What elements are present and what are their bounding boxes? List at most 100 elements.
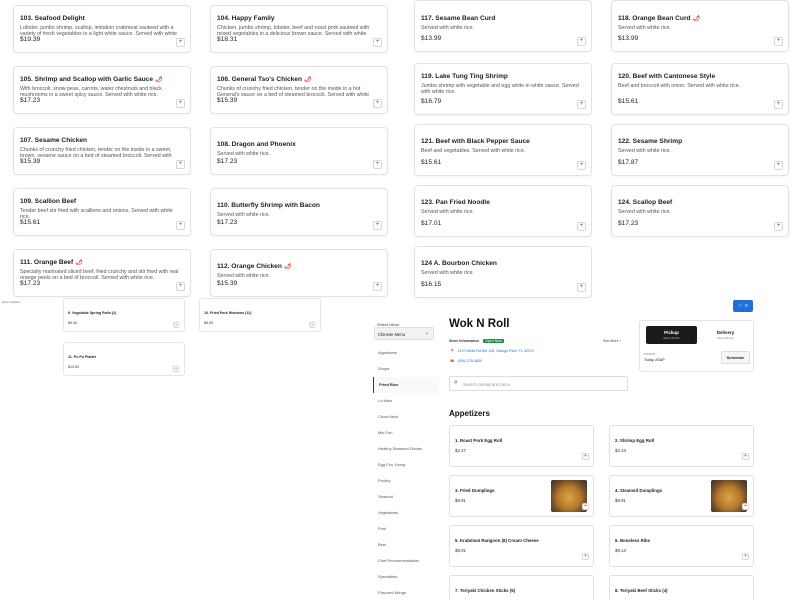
add-item-button[interactable]: +	[173, 366, 179, 372]
category-pork[interactable]: Pork	[373, 521, 439, 537]
menu-item-card[interactable]: 108. Dragon and Phoenix Served with whit…	[210, 127, 388, 175]
category-vegetables[interactable]: Vegetables	[373, 505, 439, 521]
pickup-caption: PICKUP	[644, 352, 656, 356]
category-poultry[interactable]: Poultry	[373, 473, 439, 489]
category-healthy-steamed[interactable]: Healthy Steamed Dishes	[373, 441, 439, 457]
category-mei-fun[interactable]: Mei Fun	[373, 425, 439, 441]
category-beef[interactable]: Beef	[373, 537, 439, 553]
category-chow-mein[interactable]: Chow Mein	[373, 409, 439, 425]
add-item-button[interactable]: +	[774, 100, 783, 109]
pickup-button[interactable]: Pickup About 20 min	[646, 326, 697, 344]
menu-item-price: $18.31	[217, 36, 238, 43]
menu-select-dropdown[interactable]: Chinese Menu ⌄	[374, 327, 434, 340]
menu-item-card[interactable]: 8. Teriyaki Beef Sticks (4)	[609, 575, 754, 600]
menu-item-card[interactable]: 109. Scallion Beef Tender beef stir frie…	[13, 188, 191, 236]
add-item-button[interactable]: +	[582, 503, 589, 510]
add-item-button[interactable]: +	[774, 161, 783, 170]
add-item-button[interactable]: +	[582, 553, 589, 560]
menu-item-card[interactable]: 104. Happy Family Chicken, jumbo shrimp,…	[210, 5, 388, 53]
add-item-button[interactable]: +	[373, 282, 382, 291]
menu-item-card[interactable]: 110. Butterfly Shrimp with Bacon Served …	[210, 188, 388, 236]
delivery-button[interactable]: Delivery About 60 min	[703, 326, 748, 344]
menu-item-card[interactable]: 107. Sesame Chicken Chunks of crunchy fr…	[13, 127, 191, 175]
open-status-badge: Open Now	[482, 339, 504, 343]
menu-item-card[interactable]: 112. Orange Chicken 🌶 Served with white r…	[210, 249, 388, 297]
add-item-button[interactable]: +	[577, 283, 586, 292]
menu-item-card[interactable]: 9. Vegetable Spring Rolls (2) $5.35 +	[63, 298, 185, 332]
add-item-button[interactable]: +	[577, 222, 586, 231]
menu-item-card[interactable]: 123. Pan Fried Noodle Served with white …	[414, 185, 592, 237]
category-seafood[interactable]: Seafood	[373, 489, 439, 505]
phone-text: (904) 278-4800	[457, 359, 483, 363]
search-input[interactable]	[463, 379, 623, 389]
add-item-button[interactable]: +	[373, 99, 382, 108]
menu-item-card[interactable]: 1. Roast Pork Egg Roll $2.27 +	[449, 425, 594, 467]
add-item-button[interactable]: +	[373, 221, 382, 230]
menu-item-card[interactable]: 105. Shrimp and Scallop with Garlic Sauc…	[13, 66, 191, 114]
add-item-button[interactable]: +	[774, 37, 783, 46]
menu-item-card[interactable]: 7. Teriyaki Chicken Sticks (5)	[449, 575, 594, 600]
menu-item-name: 103. Seafood Delight	[20, 15, 85, 22]
category-flavored-wings[interactable]: Flavored Wings	[373, 585, 439, 600]
category-fried-rice[interactable]: Fried Rice	[373, 377, 439, 393]
add-item-button[interactable]: +	[176, 282, 185, 291]
menu-item-card[interactable]: 120. Beef with Cantonese Style Beef and …	[611, 63, 789, 115]
menu-item-description: Jumbo shrimp with vegetable and egg whit…	[421, 83, 579, 96]
add-item-button[interactable]: +	[176, 99, 185, 108]
category-lo-mein[interactable]: Lo Mein	[373, 393, 439, 409]
menu-item-card[interactable]: 124 A. Bourbon Chicken Served with white…	[414, 246, 592, 298]
add-item-button[interactable]: +	[373, 38, 382, 47]
menu-item-card[interactable]: 121. Beef with Black Pepper Sauce Beef a…	[414, 124, 592, 176]
menu-item-price: $16.79	[421, 98, 442, 105]
category-egg-foo-young[interactable]: Egg Foo Young	[373, 457, 439, 473]
category-chef-recommendation[interactable]: Chef Recommendation	[373, 553, 439, 569]
add-item-button[interactable]: +	[582, 453, 589, 460]
menu-item-card[interactable]: 10. Fried Pork Wontons (12) $8.05 +	[199, 298, 321, 332]
menu-item-card[interactable]: 3. Fried Dumplings $8.91 +	[449, 475, 594, 517]
add-item-button[interactable]: +	[742, 503, 749, 510]
add-item-button[interactable]: +	[774, 222, 783, 231]
cart-button[interactable]: 🛒 0	[733, 300, 753, 312]
menu-item-name: 8. Teriyaki Beef Sticks (4)	[615, 588, 668, 593]
menu-select-value: Chinese Menu	[378, 332, 406, 337]
spicy-icon: 🌶	[75, 260, 83, 266]
menu-item-price: $14.53	[68, 365, 79, 369]
menu-item-price: $17.23	[618, 220, 639, 227]
add-item-button[interactable]: +	[577, 100, 586, 109]
category-specialties[interactable]: Specialties	[373, 569, 439, 585]
menu-item-card[interactable]: 124. Scallop Beef Served with white rice…	[611, 185, 789, 237]
schedule-button[interactable]: Schedule	[721, 351, 750, 364]
menu-item-card[interactable]: 122. Sesame Shrimp Served with white ric…	[611, 124, 789, 176]
spicy-icon: 🌶	[155, 77, 163, 83]
menu-item-name: 112. Orange Chicken 🌶	[217, 263, 292, 270]
menu-item-card[interactable]: 11. Pu Pu Platter $14.53 +	[63, 342, 185, 376]
category-appetizers[interactable]: Appetizers	[373, 345, 439, 361]
menu-item-card[interactable]: 118. Orange Bean Curd 🌶 Served with white…	[611, 0, 789, 52]
menu-item-card[interactable]: 106. General Tso's Chicken 🌶 Chunks of cr…	[210, 66, 388, 114]
add-item-button[interactable]: +	[176, 38, 185, 47]
menu-item-card[interactable]: 6. Boneless Ribs $9.13 +	[609, 525, 754, 567]
menu-item-card[interactable]: 103. Seafood Delight Lobster, jumbo shri…	[13, 5, 191, 53]
menu-item-name: 119. Lake Tung Ting Shrimp	[421, 73, 508, 80]
add-item-button[interactable]: +	[742, 553, 749, 560]
add-item-button[interactable]: +	[577, 37, 586, 46]
address-link[interactable]: 📍 1670 Wells Rd Ste 108, Orange Park, FL…	[450, 349, 534, 353]
menu-item-card[interactable]: 4. Steamed Dumplings $8.91 +	[609, 475, 754, 517]
add-item-button[interactable]: +	[173, 322, 179, 328]
add-item-button[interactable]: +	[176, 160, 185, 169]
menu-item-card[interactable]: 117. Sesame Bean Curd Served with white …	[414, 0, 592, 52]
menu-item-description: Lobster, jumbo shrimp, scallop, imitatio…	[20, 25, 177, 38]
phone-link[interactable]: ☎ (904) 278-4800	[450, 359, 482, 363]
add-item-button[interactable]: +	[176, 221, 185, 230]
menu-item-card[interactable]: 2. Shrimp Egg Roll $2.43 +	[609, 425, 754, 467]
category-soups[interactable]: Soups	[373, 361, 439, 377]
see-more-link[interactable]: See More ›	[603, 339, 621, 343]
menu-item-card[interactable]: 5. Krabmeat Rangoon (8) Cream Cheese $8.…	[449, 525, 594, 567]
add-item-button[interactable]: +	[309, 322, 315, 328]
add-item-button[interactable]: +	[373, 160, 382, 169]
add-item-button[interactable]: +	[742, 453, 749, 460]
add-item-button[interactable]: +	[577, 161, 586, 170]
menu-item-name: 10. Fried Pork Wontons (12)	[204, 311, 252, 315]
menu-item-card[interactable]: 119. Lake Tung Ting Shrimp Jumbo shrimp …	[414, 63, 592, 115]
menu-item-card[interactable]: 111. Orange Beef 🌶 Specialty marinated sl…	[13, 249, 191, 297]
